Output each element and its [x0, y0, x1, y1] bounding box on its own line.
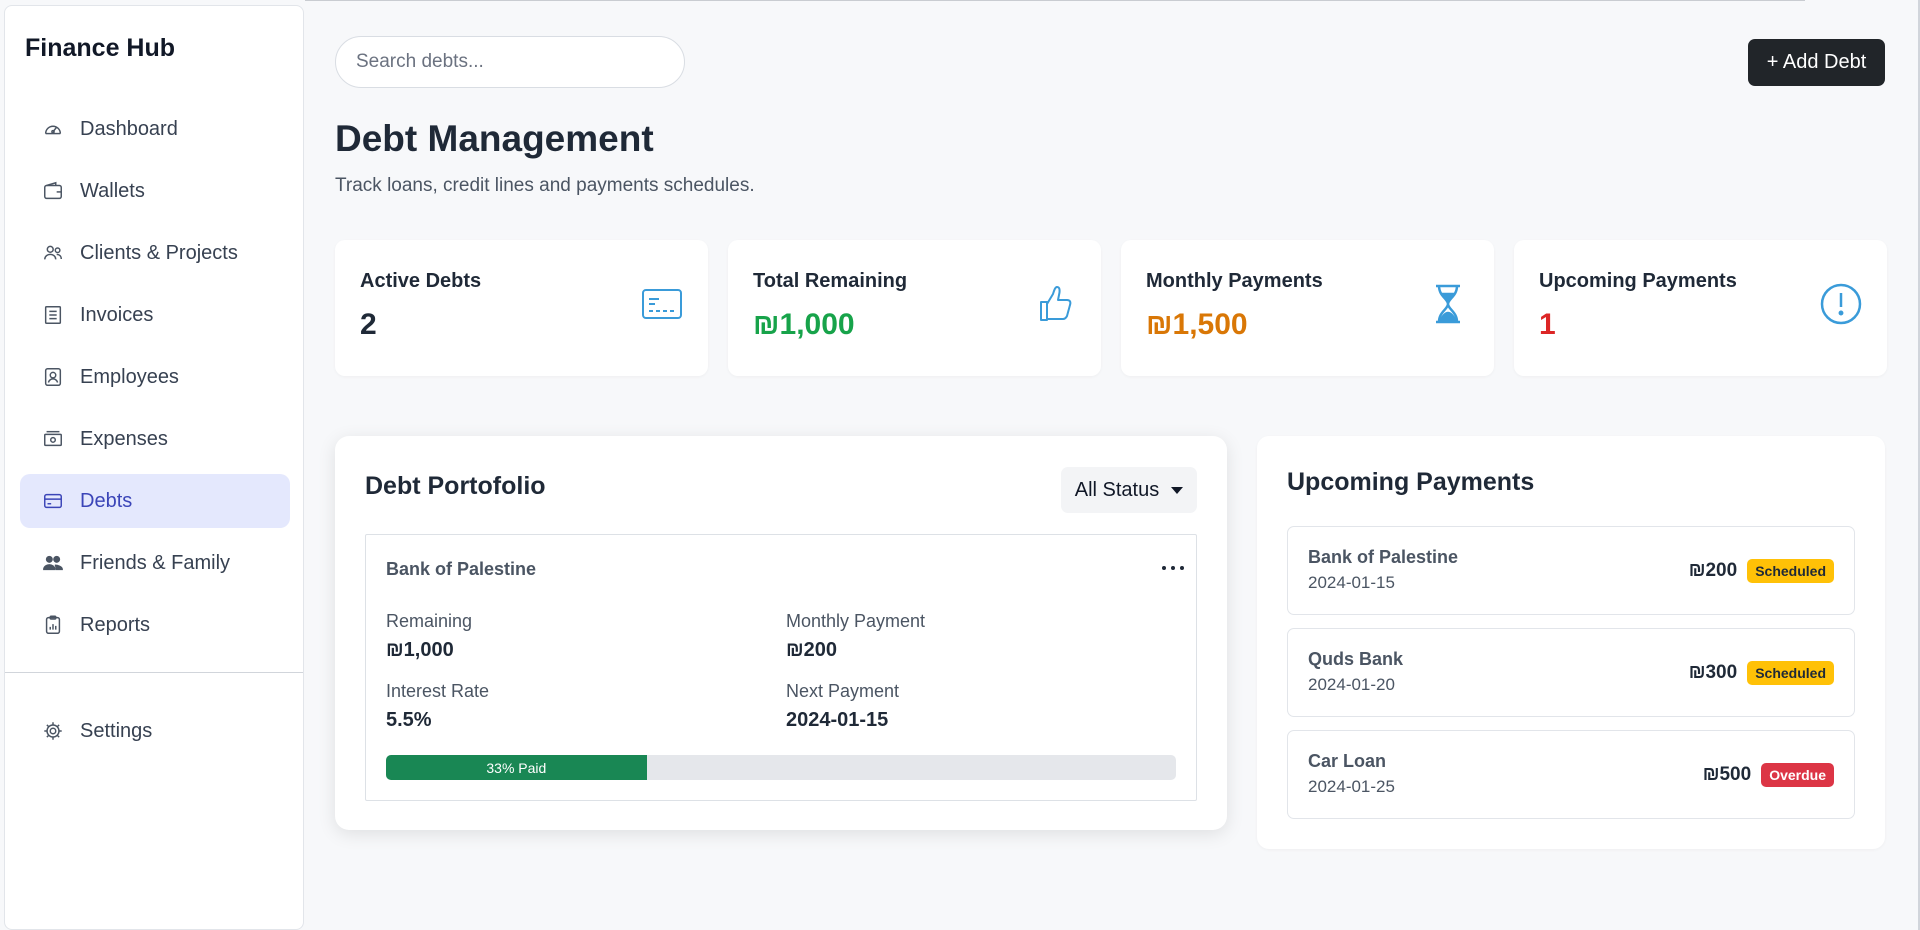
stat-card-active-debts: Active Debts 2	[335, 240, 708, 376]
people-icon	[42, 552, 64, 574]
sidebar-settings: Settings	[20, 704, 290, 766]
payment-date: 2024-01-20	[1308, 675, 1395, 694]
stat-value: 1	[1539, 308, 1556, 341]
payment-name: Quds Bank	[1308, 649, 1404, 669]
status-filter-dropdown[interactable]: All Status	[1061, 467, 1197, 513]
next-payment-value: 2024-01-15	[786, 709, 889, 731]
next-payment-label: Next Payment	[786, 681, 900, 701]
stat-label: Active Debts	[360, 270, 482, 292]
sidebar-item-reports[interactable]: Reports	[20, 598, 290, 652]
sidebar-item-label: Expenses	[80, 427, 168, 450]
thumbs-up-icon	[1033, 282, 1077, 326]
sidebar-item-label: Debts	[80, 489, 133, 512]
receipt-icon	[42, 304, 64, 326]
sidebar-item-label: Invoices	[80, 303, 154, 326]
sidebar-item-clients-projects[interactable]: Clients & Projects	[20, 226, 290, 280]
debt-name: Bank of Palestine	[386, 559, 537, 579]
remaining-value: ₪1,000	[386, 639, 454, 661]
interest-rate-label: Interest Rate	[386, 681, 490, 701]
sidebar-item-label: Settings	[80, 719, 153, 742]
list-item[interactable]: Quds Bank 2024-01-20 ₪300 Scheduled	[1287, 628, 1855, 717]
cash-icon	[42, 428, 64, 450]
debt-portfolio-panel: Debt Portofolio All Status Bank of Pales…	[335, 436, 1227, 830]
monthly-payment-value: ₪200	[786, 639, 838, 661]
sidebar-item-friends-family[interactable]: Friends & Family	[20, 536, 290, 590]
sidebar-item-label: Dashboard	[80, 117, 178, 140]
wallet-icon	[42, 180, 64, 202]
stat-card-total-remaining: Total Remaining ₪1,000	[728, 240, 1101, 376]
sidebar-item-invoices[interactable]: Invoices	[20, 288, 290, 342]
stat-value: ₪1,000	[753, 308, 855, 341]
users-icon	[42, 242, 64, 264]
list-item[interactable]: Bank of Palestine 2024-01-15 ₪200 Schedu…	[1287, 526, 1855, 615]
credit-card-icon	[42, 490, 64, 512]
sidebar-item-label: Clients & Projects	[80, 241, 238, 264]
sidebar-divider	[5, 672, 303, 673]
debt-card: Bank of Palestine Remaining ₪1,000 Month…	[365, 534, 1197, 801]
sidebar-item-dashboard[interactable]: Dashboard	[20, 102, 290, 156]
payment-date: 2024-01-25	[1308, 777, 1395, 796]
payment-amount: ₪300	[1688, 662, 1738, 683]
sidebar: Finance Hub Dashboard Wallets Clients & …	[4, 5, 304, 930]
stat-card-monthly-payments: Monthly Payments ₪1,500	[1121, 240, 1494, 376]
payment-amount: ₪200	[1688, 560, 1738, 581]
credit-card-icon	[640, 282, 684, 326]
payment-name: Bank of Palestine	[1308, 547, 1459, 567]
person-badge-icon	[42, 366, 64, 388]
stat-value: ₪1,500	[1146, 308, 1248, 341]
status-badge: Scheduled	[1747, 559, 1834, 583]
sidebar-item-label: Reports	[80, 613, 151, 636]
sidebar-item-debts[interactable]: Debts	[20, 474, 290, 528]
stat-card-upcoming-payments: Upcoming Payments 1	[1514, 240, 1887, 376]
upcoming-payments-panel: Upcoming Payments Bank of Palestine 2024…	[1257, 436, 1885, 849]
stat-label: Upcoming Payments	[1539, 270, 1737, 292]
monthly-payment-label: Monthly Payment	[786, 611, 926, 631]
paid-progress-fill: 33% Paid	[386, 755, 647, 780]
sidebar-item-label: Employees	[80, 365, 179, 388]
more-options-icon[interactable]	[1162, 561, 1184, 575]
stat-label: Monthly Payments	[1146, 270, 1323, 292]
sidebar-item-settings[interactable]: Settings	[20, 704, 290, 758]
paid-progress-bar: 33% Paid	[386, 755, 1176, 780]
brand-title: Finance Hub	[25, 34, 176, 62]
status-badge: Scheduled	[1747, 661, 1834, 685]
payment-date: 2024-01-15	[1308, 573, 1395, 592]
page-title: Debt Management	[335, 118, 654, 159]
remaining-label: Remaining	[386, 611, 473, 631]
sidebar-item-employees[interactable]: Employees	[20, 350, 290, 404]
page-subtitle: Track loans, credit lines and payments s…	[335, 175, 755, 196]
hourglass-icon	[1426, 282, 1470, 326]
top-divider	[305, 0, 1805, 1]
exclamation-circle-icon	[1819, 282, 1863, 326]
sidebar-nav: Dashboard Wallets Clients & Projects Inv…	[20, 102, 290, 660]
sidebar-item-label: Friends & Family	[80, 551, 231, 574]
sidebar-item-label: Wallets	[80, 179, 145, 202]
caret-down-icon	[1171, 486, 1184, 494]
clipboard-chart-icon	[42, 614, 64, 636]
payment-name: Car Loan	[1308, 751, 1387, 771]
portfolio-title: Debt Portofolio	[365, 472, 546, 500]
interest-rate-value: 5.5%	[386, 709, 432, 731]
status-badge: Overdue	[1761, 763, 1834, 787]
gear-icon	[42, 720, 64, 742]
add-debt-button[interactable]: + Add Debt	[1748, 39, 1885, 86]
stat-label: Total Remaining	[753, 270, 908, 292]
status-filter-label: All Status	[1074, 478, 1160, 501]
gauge-icon	[42, 118, 64, 140]
search-input[interactable]	[335, 36, 685, 88]
sidebar-item-wallets[interactable]: Wallets	[20, 164, 290, 218]
list-item[interactable]: Car Loan 2024-01-25 ₪500 Overdue	[1287, 730, 1855, 819]
stat-value: 2	[360, 308, 377, 341]
payment-amount: ₪500	[1702, 764, 1752, 785]
sidebar-item-expenses[interactable]: Expenses	[20, 412, 290, 466]
upcoming-title: Upcoming Payments	[1287, 468, 1535, 496]
